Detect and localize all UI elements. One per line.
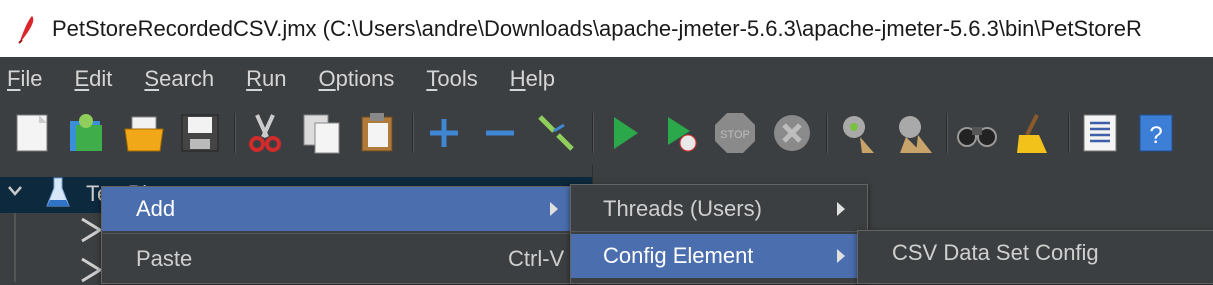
help-icon[interactable]: ? [1134,111,1178,155]
menu-options[interactable]: Options [319,66,395,92]
menu-item-csv-data-set-config[interactable]: CSV Data Set Config [858,231,1213,275]
clear-all-icon[interactable] [892,111,936,155]
menu-tools-label: ools [437,66,478,91]
menu-options-mnemonic: O [318,66,336,91]
menu-help[interactable]: Help [510,66,555,92]
copy-icon[interactable] [300,111,344,155]
menu-separator [102,233,576,234]
menu-search-mnemonic: S [144,66,160,91]
toolbar: STOP ? [0,101,1213,165]
menu-item-paste[interactable]: Paste Ctrl-V [102,237,576,281]
expand-icon[interactable] [422,111,466,155]
menu-options-label: ptions [335,66,395,91]
reset-search-icon[interactable] [1011,111,1055,155]
context-menu: Add Paste Ctrl-V [101,186,577,284]
chevron-right-icon [550,202,558,216]
menu-file-label: ile [20,66,43,91]
toolbar-separator [946,113,948,153]
stop-icon[interactable]: STOP [713,111,757,155]
menu-item-config-element-label: Config Element [603,243,754,268]
menu-file[interactable]: File [7,66,42,92]
config-element-submenu: CSV Data Set Config [857,230,1213,284]
menu-edit-mnemonic: E [74,66,90,91]
menu-tools[interactable]: Tools [426,66,477,92]
menu-item-add[interactable]: Add [102,187,576,231]
menu-file-mnemonic: F [7,66,21,91]
test-plan-flask-icon [46,177,70,207]
menu-run-mnemonic: R [246,66,263,91]
new-icon[interactable] [11,111,55,155]
tree-guide-line [14,213,16,282]
menu-separator [571,231,867,232]
menu-edit-label: dit [89,66,113,91]
menu-search-label: earch [159,66,215,91]
clear-icon[interactable] [836,111,880,155]
menu-item-config-element[interactable]: Config Element [571,234,857,278]
menu-help-mnemonic: H [509,66,526,91]
templates-icon[interactable] [66,111,110,155]
open-icon[interactable] [122,111,166,155]
menu-bar: File Edit Search Run Options Tools Help [0,57,1213,101]
start-icon[interactable] [602,111,646,155]
paste-icon[interactable] [356,111,400,155]
toggle-icon[interactable] [534,111,578,155]
save-icon[interactable] [178,111,222,155]
menu-edit[interactable]: Edit [74,66,112,92]
menu-run[interactable]: Run [246,66,286,92]
toolbar-separator [592,113,594,153]
cut-icon[interactable] [243,111,287,155]
start-no-pauses-icon[interactable] [658,111,702,155]
search-icon[interactable] [955,111,999,155]
jmeter-feather-icon [18,15,34,44]
toolbar-separator [234,113,236,153]
menu-item-add-label: Add [136,196,176,221]
window-title-bar: PetStoreRecordedCSV.jmx (C:\Users\andre\… [0,0,1213,57]
toolbar-separator [412,113,414,153]
menu-item-csv-data-set-config-label: CSV Data Set Config [892,240,1099,265]
menu-item-threads-users-label: Threads (Users) [603,196,762,221]
collapse-icon[interactable] [478,111,522,155]
chevron-right-icon [837,202,845,216]
menu-item-threads-users[interactable]: Threads (Users) [571,187,867,231]
svg-text:?: ? [1149,122,1162,149]
menu-search[interactable]: Search [144,66,214,92]
menu-item-paste-label: Paste [136,246,193,271]
window-title: PetStoreRecordedCSV.jmx (C:\Users\andre\… [52,15,1142,41]
menu-help-label: elp [525,66,555,91]
menu-run-label: un [262,66,287,91]
menu-tools-mnemonic: T [426,66,438,91]
chevron-down-icon[interactable] [6,182,24,200]
add-submenu: Threads (Users) Config Element [570,184,868,284]
chevron-right-icon [837,249,845,263]
stop-label: STOP [720,129,750,141]
menu-item-paste-shortcut: Ctrl-V [508,246,565,271]
shutdown-icon[interactable] [770,111,814,155]
toolbar-separator [1068,113,1070,153]
function-helper-icon[interactable] [1078,111,1122,155]
toolbar-separator [826,113,828,153]
